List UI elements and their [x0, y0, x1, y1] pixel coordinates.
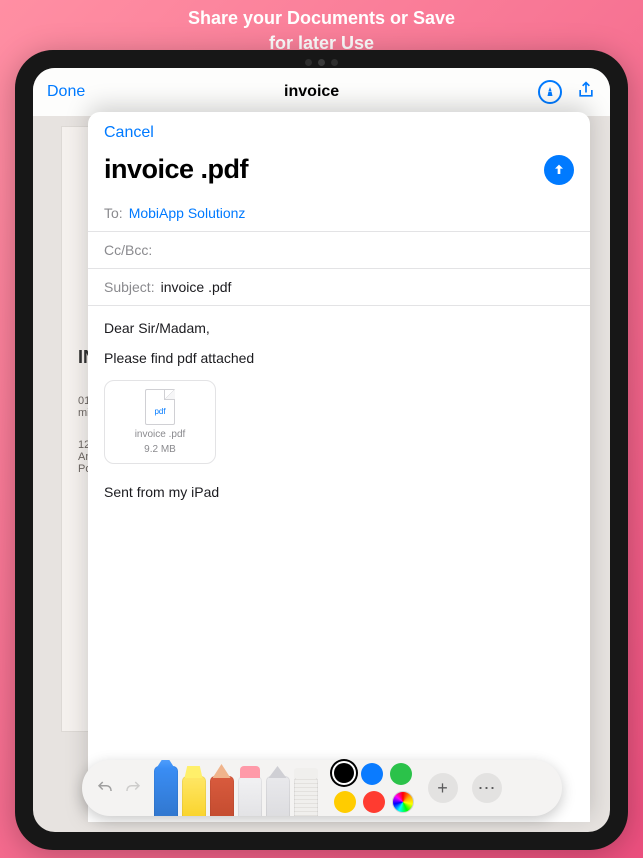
subject-field[interactable]: Subject: invoice .pdf — [88, 269, 590, 306]
redo-button[interactable] — [124, 779, 142, 797]
color-swatch-yellow[interactable] — [334, 791, 356, 813]
banner-line1: Share your Documents or Save — [0, 6, 643, 31]
pencil-tool[interactable] — [210, 776, 234, 816]
body-line: Please find pdf attached — [104, 350, 574, 366]
subject-value: invoice .pdf — [161, 279, 232, 295]
attachment-name: invoice .pdf — [135, 429, 186, 440]
add-button[interactable]: + — [428, 773, 458, 803]
ipad-camera — [297, 59, 347, 66]
attachment-size: 9.2 MB — [144, 444, 176, 455]
markup-toggle-button[interactable] — [538, 80, 562, 104]
subject-label: Subject: — [104, 279, 155, 295]
body-greeting: Dear Sir/Madam, — [104, 320, 574, 336]
promo-banner: Share your Documents or Save for later U… — [0, 0, 643, 56]
compose-body[interactable]: Dear Sir/Madam, Please find pdf attached… — [88, 306, 590, 528]
markup-icon — [544, 86, 556, 98]
ruler-tool[interactable] — [294, 776, 318, 816]
page-title: invoice — [85, 83, 538, 101]
file-icon: pdf — [145, 389, 175, 425]
send-button[interactable] — [544, 155, 574, 185]
attachment-chip[interactable]: pdf invoice .pdf 9.2 MB — [104, 380, 216, 464]
navbar: Done invoice — [33, 68, 610, 116]
color-swatch-green[interactable] — [390, 763, 412, 785]
to-field[interactable]: To: MobiApp Solutionz — [88, 195, 590, 232]
highlighter-tool[interactable] — [182, 776, 206, 816]
markup-toolbar: + ⋯ — [82, 760, 562, 816]
screen: IN 01 mil 123 An Po Done invoice D — [33, 68, 610, 832]
more-button[interactable]: ⋯ — [472, 773, 502, 803]
eraser-tool[interactable] — [238, 776, 262, 816]
compose-title: invoice .pdf — [104, 154, 248, 185]
cancel-button[interactable]: Cancel — [104, 124, 154, 141]
undo-button[interactable] — [96, 779, 114, 797]
ccbcc-label: Cc/Bcc: — [104, 242, 152, 258]
arrow-up-icon — [551, 162, 567, 178]
color-picker-button[interactable] — [392, 791, 414, 813]
to-value: MobiApp Solutionz — [129, 205, 246, 221]
color-swatch-black[interactable] — [334, 763, 354, 783]
drawing-tools — [154, 760, 318, 816]
mail-compose-sheet: Cancel invoice .pdf To: MobiApp Solution… — [88, 112, 590, 822]
to-label: To: — [104, 205, 123, 221]
color-swatches — [334, 763, 414, 813]
lasso-tool[interactable] — [266, 776, 290, 816]
signature: Sent from my iPad — [104, 484, 574, 500]
color-swatch-red[interactable] — [363, 791, 385, 813]
color-swatch-blue[interactable] — [361, 763, 383, 785]
share-icon — [576, 80, 596, 100]
ipad-frame: IN 01 mil 123 An Po Done invoice D — [15, 50, 628, 850]
pen-tool[interactable] — [154, 766, 178, 816]
share-button[interactable] — [576, 80, 596, 105]
ccbcc-field[interactable]: Cc/Bcc: — [88, 232, 590, 269]
done-button[interactable]: Done — [47, 83, 85, 101]
